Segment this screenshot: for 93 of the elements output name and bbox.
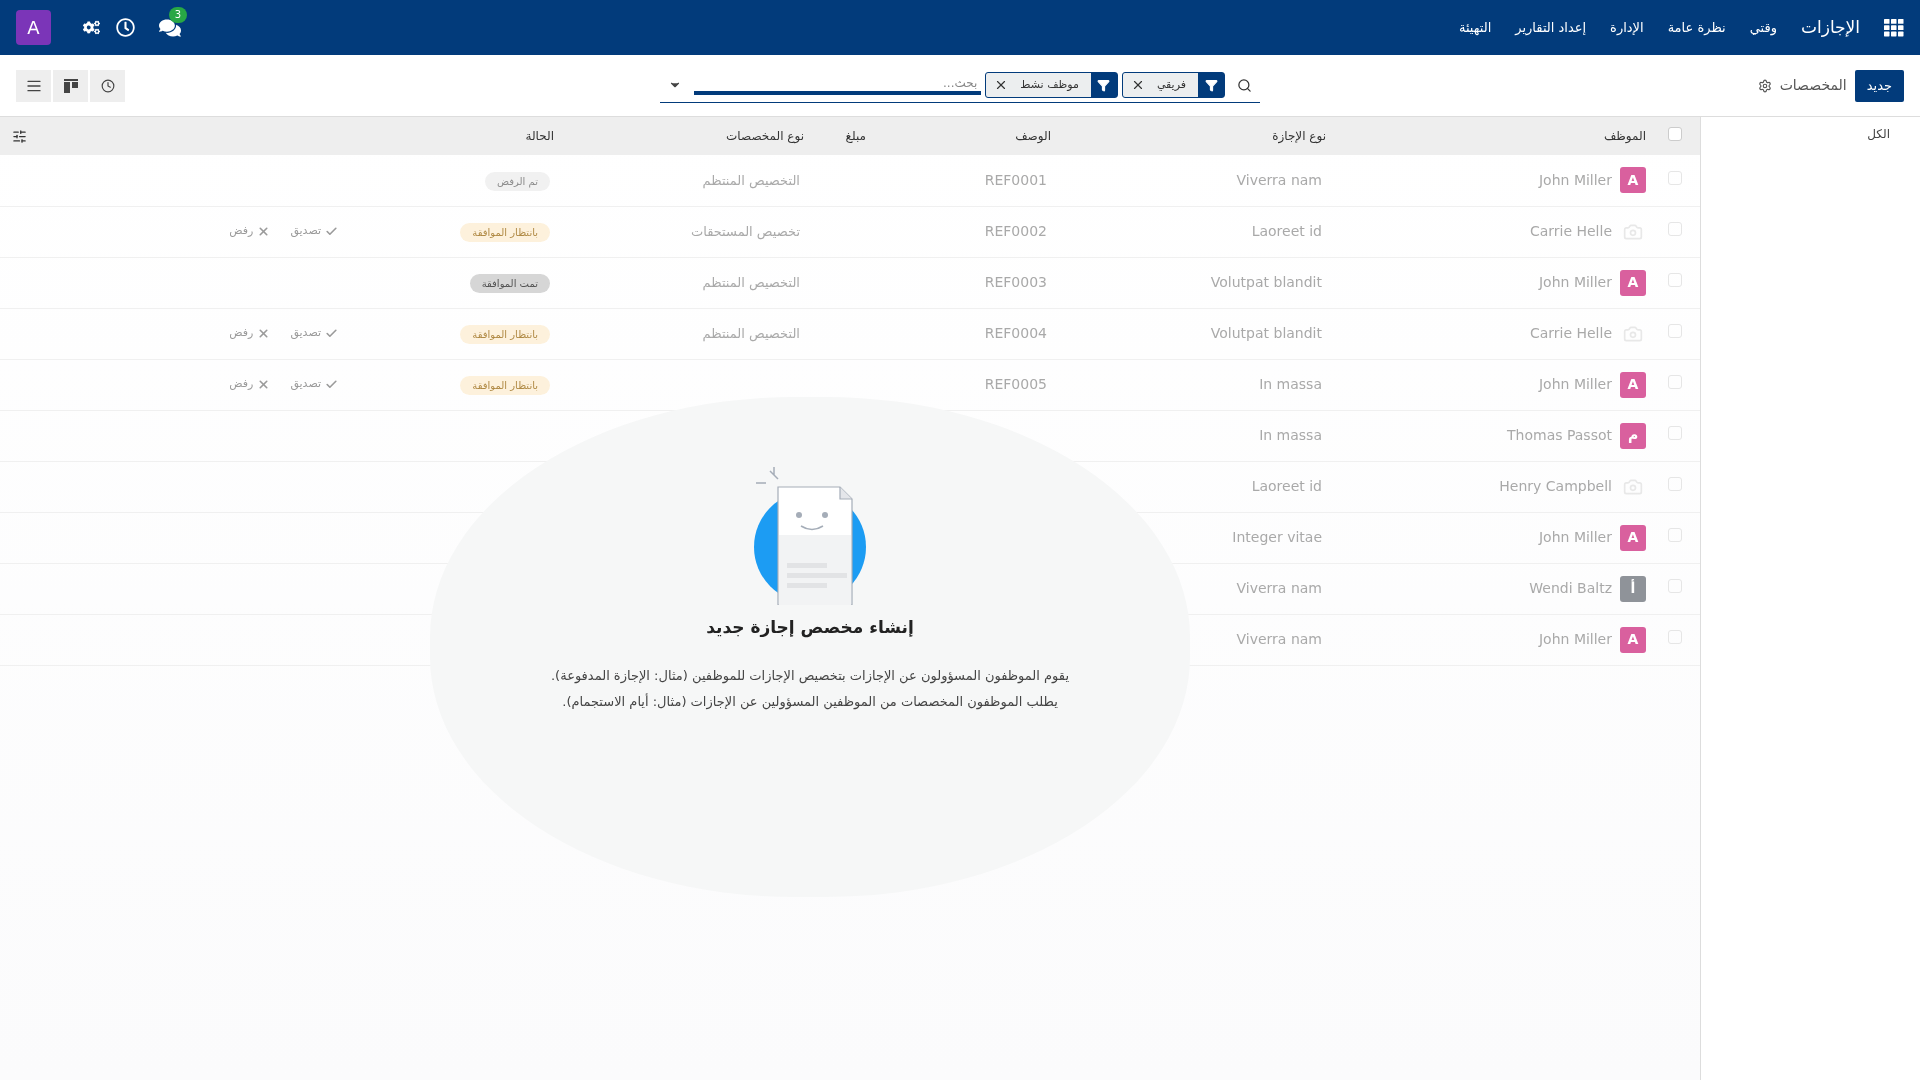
navbar-menu-item[interactable]: التهيئة [1458,17,1492,38]
employee-avatar: م [1620,422,1646,449]
employee-avatar: A [1620,167,1646,194]
column-header[interactable]: مبلغ [845,129,866,143]
settings-icon[interactable] [83,19,100,36]
row-checkbox[interactable] [1668,222,1682,236]
status-badge: بانتظار الموافقة [460,223,550,242]
search-facet[interactable]: موظف نشط [985,72,1118,98]
column-header[interactable]: الوصف [1015,129,1051,143]
description-text: REF0004 [984,325,1047,341]
new-button[interactable]: جديد [1854,69,1904,102]
apps-grid-icon[interactable] [1884,18,1904,37]
column-settings-icon[interactable] [12,129,27,144]
leave-type: In massa [1259,427,1322,443]
sidebar-item[interactable]: الكل [1701,125,1890,143]
clock-icon [100,78,115,93]
navbar-menu-item[interactable]: الإدارة [1610,17,1644,38]
employee-name: John Miller [1539,528,1612,547]
status-badge: بانتظار الموافقة [460,325,550,344]
employee-avatar: A [1620,269,1646,296]
employee-name: John Miller [1539,630,1612,649]
navbar-menu-item[interactable]: إعداد التقارير [1515,17,1587,38]
search-facet[interactable]: فريقي [1121,72,1225,98]
employee-avatar: A [1620,626,1646,653]
kanban-view-button[interactable] [53,69,88,102]
leave-type: Integer vitae [1232,529,1322,545]
select-all-checkbox[interactable] [1668,126,1682,141]
row-checkbox[interactable] [1668,477,1682,491]
row-checkbox[interactable] [1668,273,1682,287]
leave-type: In massa [1259,376,1322,392]
employee-name: Wendi Baltz [1529,579,1612,598]
status-badge: تمت الموافقة [469,274,550,293]
search-icon[interactable] [1237,77,1252,93]
message-count-badge: 3 [168,6,187,23]
breadcrumb: المخصصات [1779,76,1847,95]
description-text: REF0002 [984,223,1047,239]
clock-icon[interactable] [116,18,135,37]
row-checkbox[interactable] [1668,170,1682,185]
leave-type: Laoreet id [1251,223,1322,239]
check-icon [325,225,338,238]
search-input[interactable]: بحث... [694,75,982,95]
check-icon [325,378,338,391]
column-header[interactable]: الحالة [525,129,554,143]
check-icon [325,327,338,340]
employee-name: Thomas Passot [1507,426,1612,445]
facet-label: موظف نشط [1019,76,1080,93]
row-checkbox[interactable] [1668,579,1682,593]
filter-icon [1090,73,1117,97]
allocation-type: تخصيص المستحقات [690,223,800,239]
employee-name: Henry Campbell [1499,477,1612,496]
activity-view-button[interactable] [90,69,125,102]
row-checkbox[interactable] [1668,375,1682,389]
employee-name: John Miller [1539,273,1612,292]
status-badge: بانتظار الموافقة [460,376,550,395]
row-checkbox[interactable] [1668,630,1682,644]
leave-type: Volutpat blandit [1210,325,1322,341]
leave-type: Viverra nam [1236,580,1322,596]
empty-state-description: يطلب الموظفون المخصصات من الموظفين المسؤولين عن الإجازات (مثال: أيام الاستجمام). [562,692,1058,712]
employee-avatar: أ [1620,575,1646,602]
description-text: REF0003 [984,274,1047,290]
leave-type: Laoreet id [1251,478,1322,494]
employee-name: Carrie Helle [1529,324,1612,343]
allocation-type: التخصيص المنتظم [702,325,800,341]
list-view-button[interactable] [16,69,51,102]
allocation-type: التخصيص المنتظم [702,274,800,290]
navbar-menu-item[interactable]: وقتي [1749,17,1777,38]
description-text: REF0001 [984,171,1047,188]
user-avatar[interactable]: A [16,10,51,45]
employee-name: Carrie Helle [1529,222,1612,241]
row-checkbox[interactable] [1668,324,1682,338]
column-header[interactable]: الموظف [1603,129,1646,143]
column-header[interactable]: نوع الإجازة [1272,129,1326,143]
employee-name: John Miller [1539,170,1612,190]
empty-state-description: يقوم الموظفون المسؤولون عن الإجازات بتخصيص الإجازات للموظفين (مثال: الإجازة المدفوعة). [550,666,1070,686]
allocation-type: التخصيص المنتظم [702,172,800,188]
employee-avatar: A [1620,371,1646,398]
row-checkbox[interactable] [1668,528,1682,542]
description-text: REF0005 [984,376,1047,392]
employee-avatar: A [1620,524,1646,551]
empty-state-title: إنشاء مخصص إجازة جديد [706,616,914,640]
leave-type: Viverra nam [1236,631,1322,647]
app-brand[interactable]: الإجازات [1800,14,1860,41]
settings-icon[interactable] [1757,78,1772,93]
employee-name: John Miller [1539,375,1612,394]
navbar-menu-item[interactable]: نظرة عامة [1667,17,1726,38]
leave-type: Volutpat blandit [1210,274,1322,290]
leave-type: Viverra nam [1236,171,1322,188]
row-checkbox[interactable] [1668,426,1682,440]
facet-label: فريقي [1155,76,1187,93]
kanban-icon [63,78,78,93]
status-badge: تم الرفض [485,171,550,191]
column-header[interactable]: نوع المخصصات [726,129,804,143]
filter-icon [1198,73,1224,97]
